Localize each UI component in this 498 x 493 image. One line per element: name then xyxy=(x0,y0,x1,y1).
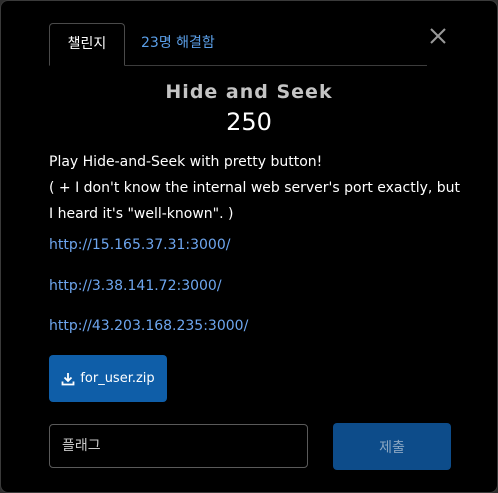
description-line: I heard it's "well-known". ) xyxy=(49,206,234,222)
challenge-points: 250 xyxy=(226,108,272,136)
close-icon[interactable] xyxy=(427,25,449,47)
challenge-title: Hide and Seek xyxy=(165,81,333,103)
tab-challenge[interactable]: 챌린지 xyxy=(49,23,125,66)
download-file-label: for_user.zip xyxy=(80,371,155,386)
submit-button[interactable]: 제출 xyxy=(333,423,451,470)
server-link-2[interactable]: http://3.38.141.72:3000/ xyxy=(49,278,222,294)
challenge-modal: 챌린지 23명 해결함 Hide and Seek 250 Play Hide-… xyxy=(0,0,498,493)
server-link-1[interactable]: http://15.165.37.31:3000/ xyxy=(49,237,230,253)
challenge-description: Play Hide-and-Seek with pretty button! (… xyxy=(49,149,469,227)
download-icon xyxy=(61,372,75,386)
server-link-3[interactable]: http://43.203.168.235:3000/ xyxy=(49,318,248,334)
tab-bar: 챌린지 23명 해결함 xyxy=(49,23,427,66)
download-file-button[interactable]: for_user.zip xyxy=(49,355,167,402)
description-line: ( + I don't know the internal web server… xyxy=(49,180,461,196)
flag-input[interactable] xyxy=(49,424,308,468)
description-line: Play Hide-and-Seek with pretty button! xyxy=(49,154,323,170)
tab-solves[interactable]: 23명 해결함 xyxy=(141,23,215,65)
